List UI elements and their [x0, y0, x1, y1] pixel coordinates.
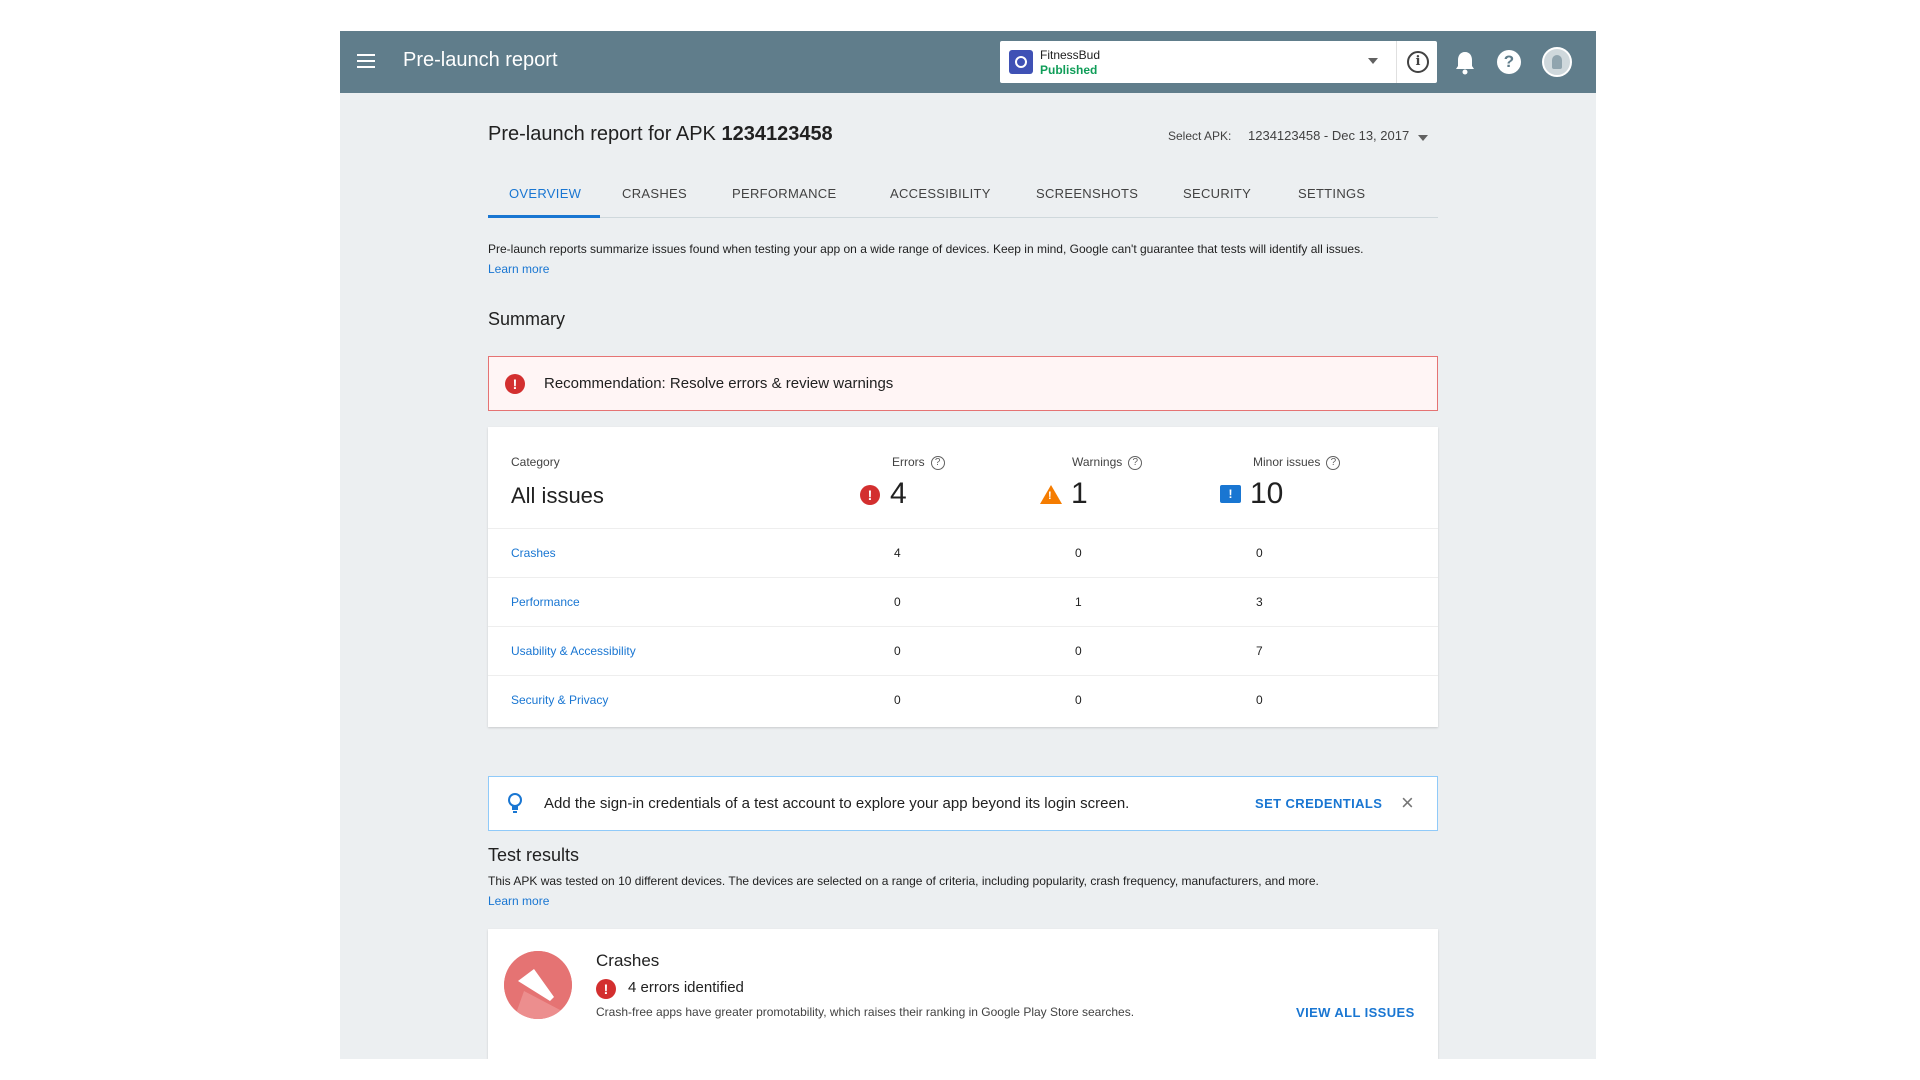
- tab-bar: OVERVIEW CRASHES PERFORMANCE ACCESSIBILI…: [488, 168, 1438, 218]
- table-row: Security & Privacy 0 0 0: [488, 675, 1438, 724]
- category-link[interactable]: Security & Privacy: [511, 693, 608, 707]
- help-circle-icon[interactable]: ?: [930, 455, 945, 470]
- recommendation-text: Recommendation: Resolve errors & review …: [544, 375, 894, 392]
- menu-icon[interactable]: [354, 50, 378, 74]
- tab-security[interactable]: SECURITY: [1183, 186, 1251, 201]
- tab-performance[interactable]: PERFORMANCE: [732, 186, 836, 201]
- select-apk-value[interactable]: 1234123458 - Dec 13, 2017: [1248, 128, 1409, 143]
- tab-crashes[interactable]: CRASHES: [622, 186, 687, 201]
- warnings-cell: 1: [1075, 595, 1082, 609]
- warnings-header: Warnings?: [1072, 455, 1143, 470]
- total-errors: 4: [890, 477, 907, 510]
- error-icon: !: [505, 374, 525, 394]
- warnings-header-label: Warnings: [1072, 455, 1123, 469]
- category-link[interactable]: Usability & Accessibility: [511, 644, 636, 658]
- errors-cell: 0: [894, 693, 901, 707]
- help-icon[interactable]: ?: [1497, 50, 1521, 74]
- minor-cell: 0: [1256, 546, 1263, 560]
- category-header: Category: [511, 455, 560, 469]
- test-results-text: This APK was tested on 10 different devi…: [488, 874, 1319, 888]
- set-credentials-button[interactable]: SET CREDENTIALS: [1255, 796, 1382, 811]
- help-circle-icon[interactable]: ?: [1326, 455, 1341, 470]
- minor-cell: 0: [1256, 693, 1263, 707]
- apk-number: 1234123458: [721, 123, 833, 145]
- console-window: Pre-launch report FitnessBud Published i…: [340, 31, 1596, 1059]
- recommendation-banner: ! Recommendation: Resolve errors & revie…: [488, 356, 1438, 411]
- warnings-cell: 0: [1075, 644, 1082, 658]
- crashes-card: Crashes ! 4 errors identified Crash-free…: [488, 929, 1438, 1059]
- table-row: Crashes 4 0 0: [488, 528, 1438, 577]
- minor-issue-icon: !: [1220, 485, 1241, 503]
- avatar[interactable]: [1542, 47, 1572, 77]
- category-link[interactable]: Crashes: [511, 546, 556, 560]
- errors-cell: 0: [894, 644, 901, 658]
- page-title: Pre-launch report: [403, 49, 558, 71]
- select-apk-label: Select APK:: [1168, 129, 1232, 143]
- lightbulb-icon: [508, 793, 522, 813]
- app-icon: [1009, 50, 1033, 74]
- test-results-description: This APK was tested on 10 different devi…: [488, 871, 1438, 911]
- warning-icon: !: [1040, 485, 1062, 504]
- crash-icon: [504, 951, 572, 1019]
- credentials-text: Add the sign-in credentials of a test ac…: [544, 795, 1130, 812]
- total-minor: 10: [1250, 477, 1284, 510]
- errors-header: Errors?: [892, 455, 945, 470]
- table-row: Usability & Accessibility 0 0 7: [488, 626, 1438, 675]
- crash-errors-count: 4 errors identified: [628, 979, 744, 996]
- warnings-cell: 0: [1075, 546, 1082, 560]
- minor-cell: 3: [1256, 595, 1263, 609]
- divider: [1396, 41, 1397, 83]
- tab-screenshots[interactable]: SCREENSHOTS: [1036, 186, 1138, 201]
- view-all-issues-button[interactable]: VIEW ALL ISSUES: [1296, 1005, 1415, 1020]
- test-results-title: Test results: [488, 845, 580, 865]
- error-icon: !: [860, 485, 880, 505]
- close-icon[interactable]: ×: [1401, 790, 1414, 816]
- top-app-bar: Pre-launch report FitnessBud Published i…: [340, 31, 1596, 93]
- errors-cell: 0: [894, 595, 901, 609]
- chevron-down-icon[interactable]: [1368, 58, 1378, 64]
- report-title-prefix: Pre-launch report for APK: [488, 123, 722, 145]
- category-link[interactable]: Performance: [511, 595, 580, 609]
- learn-more-link[interactable]: Learn more: [488, 262, 549, 276]
- tab-overview[interactable]: OVERVIEW: [509, 186, 581, 201]
- active-tab-indicator: [488, 215, 600, 218]
- warnings-cell: 0: [1075, 693, 1082, 707]
- summary-card: Category Errors? Warnings? Minor issues?…: [488, 427, 1438, 727]
- tab-settings[interactable]: SETTINGS: [1298, 186, 1365, 201]
- intro-description: Pre-launch reports summarize issues foun…: [488, 242, 1364, 256]
- minor-header-label: Minor issues: [1253, 455, 1321, 469]
- intro-text: Pre-launch reports summarize issues foun…: [488, 239, 1438, 279]
- learn-more-link[interactable]: Learn more: [488, 894, 549, 908]
- error-icon: !: [596, 979, 616, 999]
- table-row: Performance 0 1 3: [488, 577, 1438, 626]
- credentials-banner: Add the sign-in credentials of a test ac…: [488, 776, 1438, 831]
- errors-header-label: Errors: [892, 455, 925, 469]
- app-status: Published: [1040, 63, 1098, 77]
- errors-cell: 4: [894, 546, 901, 560]
- minor-cell: 7: [1256, 644, 1263, 658]
- tab-accessibility[interactable]: ACCESSIBILITY: [890, 186, 991, 201]
- info-icon[interactable]: i: [1407, 51, 1429, 73]
- app-picker[interactable]: FitnessBud Published i: [1000, 41, 1437, 83]
- summary-title: Summary: [488, 309, 566, 329]
- report-title: Pre-launch report for APK 1234123458: [488, 123, 833, 146]
- chevron-down-icon[interactable]: [1418, 135, 1428, 141]
- total-warnings: 1: [1071, 477, 1088, 510]
- minor-header: Minor issues?: [1253, 455, 1341, 470]
- crashes-title: Crashes: [596, 951, 660, 970]
- bell-icon[interactable]: [1454, 49, 1476, 75]
- help-circle-icon[interactable]: ?: [1128, 455, 1143, 470]
- app-name: FitnessBud: [1040, 48, 1101, 62]
- all-issues-label: All issues: [511, 483, 604, 508]
- crashes-description: Crash-free apps have greater promotabili…: [596, 1005, 1135, 1019]
